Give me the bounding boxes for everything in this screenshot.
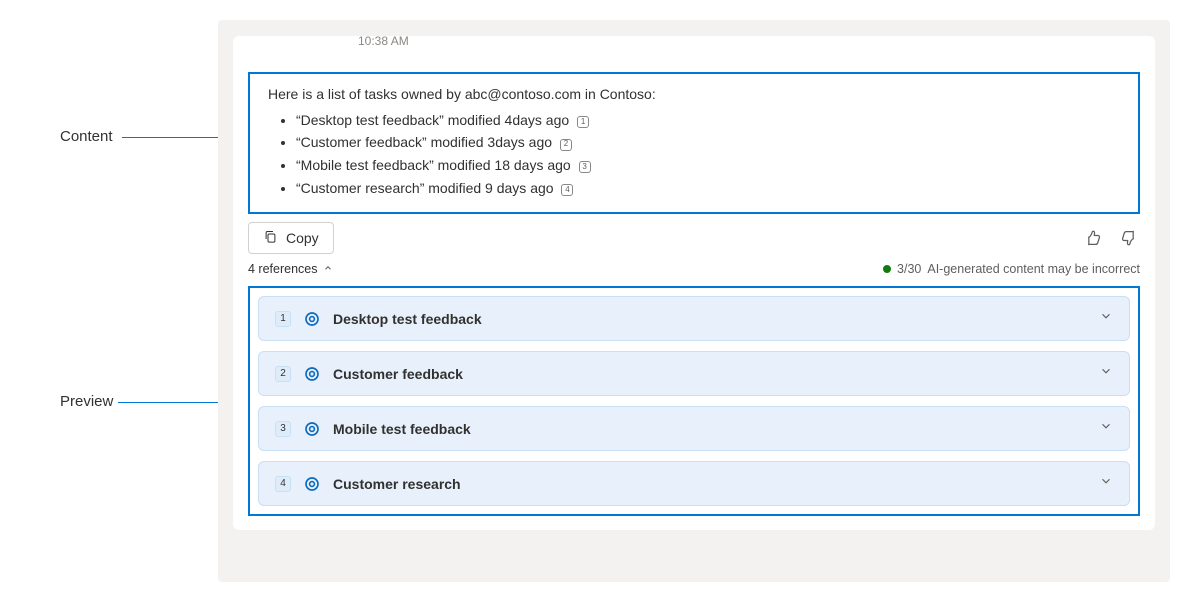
reference-title: Customer feedback <box>333 366 463 382</box>
references-toggle[interactable]: 4 references <box>248 262 333 276</box>
page-background: 10:38 AM Here is a list of tasks owned b… <box>218 20 1170 582</box>
content-item-text: “Customer research” modified 9 days ago <box>296 180 554 196</box>
chevron-down-icon <box>1099 419 1113 438</box>
message-timestamp: 10:38 AM <box>358 34 409 48</box>
annotation-content-label: Content <box>60 128 113 145</box>
status-row: 3/30 AI-generated content may be incorre… <box>883 262 1140 276</box>
content-item: “Desktop test feedback” modified 4days a… <box>296 110 1120 132</box>
reference-item[interactable]: 3 Mobile test feedback <box>258 406 1130 451</box>
content-section: Here is a list of tasks owned by abc@con… <box>248 72 1140 214</box>
reference-item[interactable]: 4 Customer research <box>258 461 1130 506</box>
reference-number-badge: 3 <box>275 421 291 437</box>
content-intro: Here is a list of tasks owned by abc@con… <box>268 84 1120 106</box>
citation-badge[interactable]: 1 <box>577 116 589 128</box>
message-card: 10:38 AM Here is a list of tasks owned b… <box>233 36 1155 530</box>
content-item-text: “Desktop test feedback” modified 4days a… <box>296 112 569 128</box>
reference-number-badge: 1 <box>275 311 291 327</box>
annotation-preview-label: Preview <box>60 393 113 410</box>
thumbs-down-icon[interactable] <box>1118 227 1140 249</box>
citation-badge[interactable]: 2 <box>560 139 572 151</box>
reference-number-badge: 2 <box>275 366 291 382</box>
status-counter: 3/30 <box>897 262 921 276</box>
content-item-text: “Mobile test feedback” modified 18 days … <box>296 157 571 173</box>
loop-icon <box>303 310 321 328</box>
content-list: “Desktop test feedback” modified 4days a… <box>268 110 1120 200</box>
status-dot-icon <box>883 265 891 273</box>
loop-icon <box>303 420 321 438</box>
citation-badge[interactable]: 3 <box>579 161 591 173</box>
reference-title: Desktop test feedback <box>333 311 482 327</box>
reference-number-badge: 4 <box>275 476 291 492</box>
copy-label: Copy <box>286 230 319 246</box>
reference-title: Mobile test feedback <box>333 421 471 437</box>
loop-icon <box>303 365 321 383</box>
reference-title: Customer research <box>333 476 461 492</box>
actions-row: Copy <box>248 222 1140 254</box>
references-preview-section: 1 Desktop test feedback 2 <box>248 286 1140 516</box>
copy-icon <box>263 229 278 247</box>
citation-badge[interactable]: 4 <box>561 184 573 196</box>
feedback-group <box>1082 227 1140 249</box>
content-item: “Customer research” modified 9 days ago … <box>296 178 1120 200</box>
status-disclaimer: AI-generated content may be incorrect <box>927 262 1140 276</box>
content-item: “Customer feedback” modified 3days ago 2 <box>296 132 1120 154</box>
copy-button[interactable]: Copy <box>248 222 334 254</box>
references-header-row: 4 references 3/30 AI-generated content m… <box>248 262 1140 276</box>
content-item: “Mobile test feedback” modified 18 days … <box>296 155 1120 177</box>
chevron-up-icon <box>323 263 333 276</box>
content-item-text: “Customer feedback” modified 3days ago <box>296 134 552 150</box>
chevron-down-icon <box>1099 474 1113 493</box>
chevron-down-icon <box>1099 364 1113 383</box>
reference-item[interactable]: 1 Desktop test feedback <box>258 296 1130 341</box>
chevron-down-icon <box>1099 309 1113 328</box>
references-toggle-label: 4 references <box>248 262 317 276</box>
reference-item[interactable]: 2 Customer feedback <box>258 351 1130 396</box>
thumbs-up-icon[interactable] <box>1082 227 1104 249</box>
loop-icon <box>303 475 321 493</box>
annotation-preview-line <box>118 402 234 403</box>
